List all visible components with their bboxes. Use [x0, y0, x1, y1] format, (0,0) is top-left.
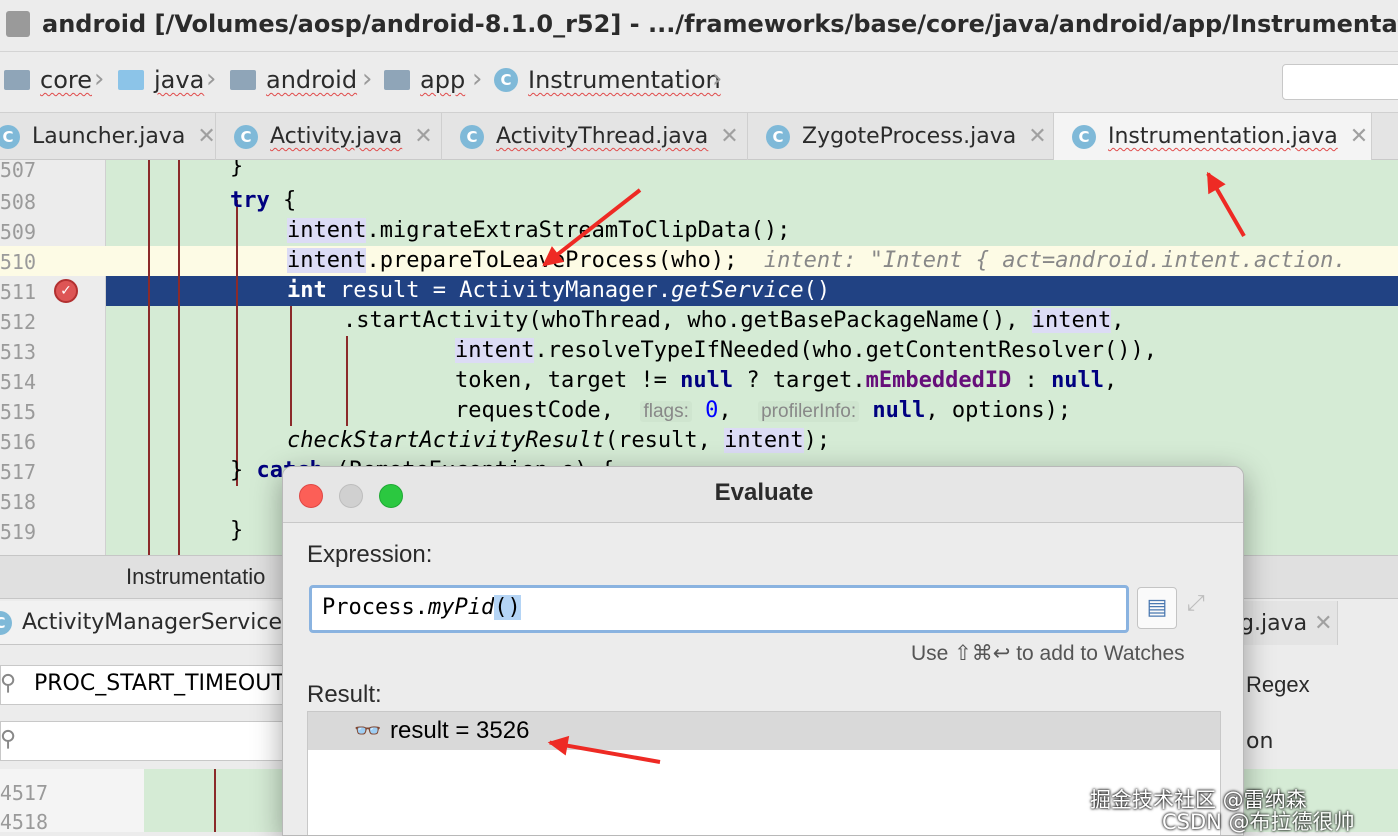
folder-icon — [230, 70, 256, 90]
tab-launcher[interactable]: C Launcher.java ✕ — [0, 113, 216, 160]
chevron-right-icon: › — [472, 64, 483, 94]
class-icon: C — [494, 68, 518, 92]
result-label: Result: — [307, 681, 382, 708]
tab-zygoteprocess[interactable]: C ZygoteProcess.java ✕ — [748, 113, 1054, 160]
panel-title: Instrumentatio — [126, 564, 266, 589]
class-icon: C — [1072, 124, 1096, 149]
code-line: checkStartActivityResult(result, intent)… — [287, 428, 831, 453]
breadcrumb-item-android[interactable]: android — [230, 66, 357, 94]
code-line: intent.resolveTypeIfNeeded(who.getConten… — [455, 338, 1158, 363]
line-number: 518 — [0, 490, 36, 514]
indent-guide — [236, 200, 238, 486]
code-line: .startActivity(whoThread, who.getBasePac… — [343, 308, 1125, 333]
code-line: requestCode, flags: 0, profilerInfo: nul… — [455, 398, 1072, 423]
line-number: 509 — [0, 220, 36, 244]
close-icon[interactable]: ✕ — [1350, 124, 1368, 149]
line-number: 514 — [0, 370, 36, 394]
breadcrumb-item-java[interactable]: java — [118, 66, 204, 94]
breakpoint-icon[interactable]: ✓ — [54, 279, 78, 303]
line-number: 4518 — [0, 810, 48, 834]
run-config-selector[interactable] — [1282, 64, 1398, 100]
line-number: 507 — [0, 160, 36, 182]
code-line: try { — [230, 188, 297, 213]
dialog-title: Evaluate — [714, 479, 814, 506]
search-text: PROC_START_TIMEOUT — [34, 671, 285, 696]
class-icon: C — [234, 124, 258, 149]
breadcrumb-item-app[interactable]: app — [384, 66, 465, 94]
line-number: 4517 — [0, 781, 48, 805]
line-number: 508 — [0, 190, 36, 214]
android-studio-icon — [6, 11, 30, 37]
window-titlebar: android [/Volumes/aosp/android-8.1.0_r52… — [0, 0, 1398, 52]
code-line: intent.prepareToLeaveProcess(who); inten… — [287, 248, 1347, 273]
folder-icon — [384, 70, 410, 90]
result-tree[interactable]: 👓 result = 3526 — [307, 711, 1221, 835]
close-icon[interactable]: ✕ — [720, 124, 738, 149]
line-number: 512 — [0, 310, 36, 334]
expression-text: Process.myPid() — [322, 595, 521, 620]
tab-activity[interactable]: C Activity.java ✕ — [216, 113, 442, 160]
folder-icon — [4, 70, 30, 90]
chevron-right-icon: › — [94, 64, 105, 94]
code-line: } — [230, 160, 244, 179]
result-row[interactable]: 👓 result = 3526 — [308, 712, 1220, 750]
line-number: 517 — [0, 460, 36, 484]
indent-guide — [214, 769, 216, 832]
param-hint: profilerInfo: — [758, 401, 860, 422]
search-icon: ⚲ — [0, 671, 17, 696]
param-hint: flags: — [640, 401, 692, 422]
regex-option[interactable]: Regex — [1246, 672, 1310, 698]
dialog-titlebar: Evaluate — [283, 467, 1243, 523]
chevron-right-icon: › — [206, 64, 217, 94]
class-icon: C — [766, 124, 790, 149]
filter-input[interactable] — [0, 721, 290, 761]
history-icon[interactable]: ▤ — [1137, 587, 1177, 629]
inline-debug-value: intent: "Intent { act=android.intent.act… — [763, 248, 1347, 273]
code-line: token, target != null ? target.mEmbedded… — [455, 368, 1118, 393]
code-line: intent.migrateExtraStreamToClipData(); — [287, 218, 791, 243]
tab-instrumentation[interactable]: C Instrumentation.java ✕ — [1054, 113, 1372, 160]
indent-guide — [346, 336, 348, 426]
file-tab-right-label: g.java ✕ — [1240, 611, 1333, 636]
chevron-right-icon: › — [362, 64, 373, 94]
indent-guide — [178, 160, 180, 555]
line-number: 511 — [0, 280, 36, 304]
search-icon: ⚲ — [0, 727, 17, 752]
close-icon[interactable]: ✕ — [1314, 611, 1332, 636]
result-value: result = 3526 — [390, 717, 530, 744]
class-icon: C — [460, 124, 484, 149]
file-tab-label: CActivityManagerService.j — [0, 610, 295, 635]
code-line: int result = ActivityManager.getService(… — [287, 278, 831, 303]
evaluate-dialog: Evaluate Expression: Process.myPid() ▤ ⤢… — [282, 466, 1244, 836]
close-icon[interactable]: ✕ — [197, 124, 215, 149]
expand-icon[interactable]: ⤢ — [1187, 591, 1205, 616]
close-icon[interactable]: ✕ — [1028, 124, 1046, 149]
expression-input[interactable]: Process.myPid() — [309, 585, 1129, 633]
option-label: on — [1246, 729, 1274, 754]
line-number: 513 — [0, 340, 36, 364]
chevron-right-icon: › — [712, 64, 723, 94]
line-number: 515 — [0, 400, 36, 424]
expression-label: Expression: — [307, 541, 433, 568]
watch-hint: Use ⇧⌘↩ to add to Watches — [911, 642, 1185, 665]
folder-icon — [118, 70, 144, 90]
window-title: android [/Volumes/aosp/android-8.1.0_r52… — [42, 10, 1398, 38]
class-icon: C — [0, 610, 12, 635]
line-number: 519 — [0, 520, 36, 544]
line-number: 516 — [0, 430, 36, 454]
indent-guide — [148, 160, 150, 555]
breadcrumb: core › java › android › app › C Instrumen… — [0, 52, 1398, 110]
breadcrumb-item-instrumentation[interactable]: C Instrumentation — [494, 66, 721, 94]
line-number: 510 — [0, 250, 36, 274]
editor-tabs: C Launcher.java ✕ C Activity.java ✕ C Activit… — [0, 112, 1398, 160]
class-icon: C — [0, 124, 20, 149]
close-icon[interactable]: ✕ — [414, 124, 432, 149]
tab-activitythread[interactable]: C ActivityThread.java ✕ — [442, 113, 748, 160]
indent-guide — [290, 306, 292, 426]
breadcrumb-item-core[interactable]: core — [4, 66, 92, 94]
glasses-icon: 👓 — [354, 718, 382, 743]
code-line: } — [230, 518, 244, 543]
